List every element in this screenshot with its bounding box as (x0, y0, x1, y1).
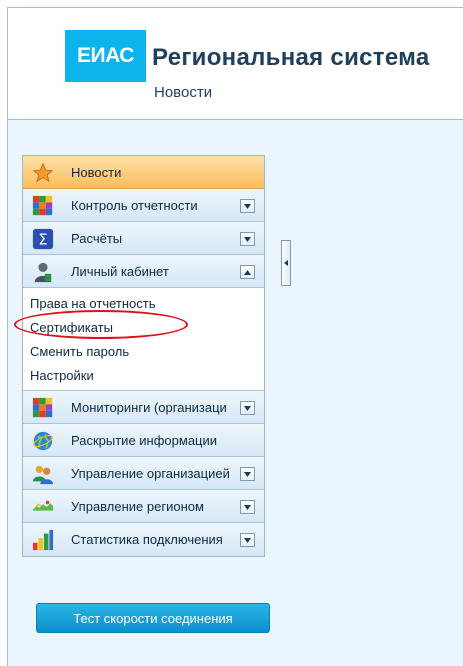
sidebar-item-label: Личный кабинет (71, 264, 169, 279)
bar-chart-icon (32, 529, 54, 551)
sidebar-item-org-management[interactable]: Управление организацией (23, 457, 264, 490)
sidebar-item-label: Мониторинги (организаци (71, 400, 227, 415)
chevron-down-icon (244, 537, 251, 543)
collapse-toggle[interactable] (240, 265, 255, 279)
users-icon (32, 465, 54, 485)
colored-blocks-icon (32, 397, 53, 418)
expand-toggle[interactable] (240, 467, 255, 481)
expand-toggle[interactable] (240, 199, 255, 213)
sidebar-item-disclosure[interactable]: Раскрытие информации (23, 424, 264, 457)
sidebar-item-news[interactable]: Новости (23, 156, 264, 189)
expand-toggle[interactable] (240, 232, 255, 246)
chevron-down-icon (244, 504, 251, 510)
sidebar-item-label: Управление организацией (71, 466, 230, 481)
sidebar-item-monitoring[interactable]: Мониторинги (организаци (23, 391, 264, 424)
submenu-item-settings[interactable]: Настройки (23, 363, 264, 387)
expand-toggle[interactable] (240, 533, 255, 547)
chevron-left-icon (284, 260, 288, 266)
app-title: Региональная система (152, 44, 430, 71)
region-map-icon (32, 500, 54, 511)
expand-toggle[interactable] (240, 401, 255, 415)
star-icon (32, 162, 54, 183)
sidebar-item-reporting-control[interactable]: Контроль отчетности (23, 189, 264, 222)
submenu-item-change-password[interactable]: Сменить пароль (23, 339, 264, 363)
chevron-down-icon (244, 405, 251, 411)
svg-text:Σ: Σ (38, 232, 47, 249)
chevron-down-icon (244, 471, 251, 477)
submenu-item-reporting-rights[interactable]: Права на отчетность (23, 291, 264, 315)
chevron-up-icon (244, 269, 251, 275)
sidebar-item-connection-stats[interactable]: Статистика подключения (23, 523, 264, 556)
colored-blocks-icon (32, 195, 53, 216)
page-subtitle: Новости (154, 84, 213, 101)
submenu-item-certificates[interactable]: Сертификаты (23, 315, 264, 339)
user-icon (34, 262, 52, 283)
sidebar-collapse-handle[interactable] (281, 240, 291, 286)
sidebar-item-label: Раскрытие информации (71, 433, 218, 448)
sidebar-item-label: Контроль отчетности (71, 198, 198, 213)
globe-icon (33, 431, 53, 451)
expand-toggle[interactable] (240, 500, 255, 514)
chevron-down-icon (244, 236, 251, 242)
sidebar-nav: Новости Контроль отчетности Σ Расчёты Ли… (22, 155, 265, 557)
sidebar-item-label: Новости (71, 165, 122, 180)
header: ЕИАС Региональная система Новости (8, 8, 463, 120)
sidebar-item-label: Управление регионом (71, 499, 204, 514)
sidebar-item-label: Статистика подключения (71, 532, 223, 547)
sidebar-item-calculations[interactable]: Σ Расчёты (23, 222, 264, 255)
cabinet-submenu: Права на отчетность Сертификаты Сменить … (23, 288, 264, 391)
chevron-down-icon (244, 203, 251, 209)
logo[interactable]: ЕИАС (65, 30, 146, 82)
sidebar-item-region-management[interactable]: Управление регионом (23, 490, 264, 523)
sidebar-item-personal-cabinet[interactable]: Личный кабинет (23, 255, 264, 288)
sidebar-item-label: Расчёты (71, 231, 123, 246)
sigma-icon: Σ (32, 228, 54, 250)
speed-test-button[interactable]: Тест скорости соединения (36, 603, 270, 633)
